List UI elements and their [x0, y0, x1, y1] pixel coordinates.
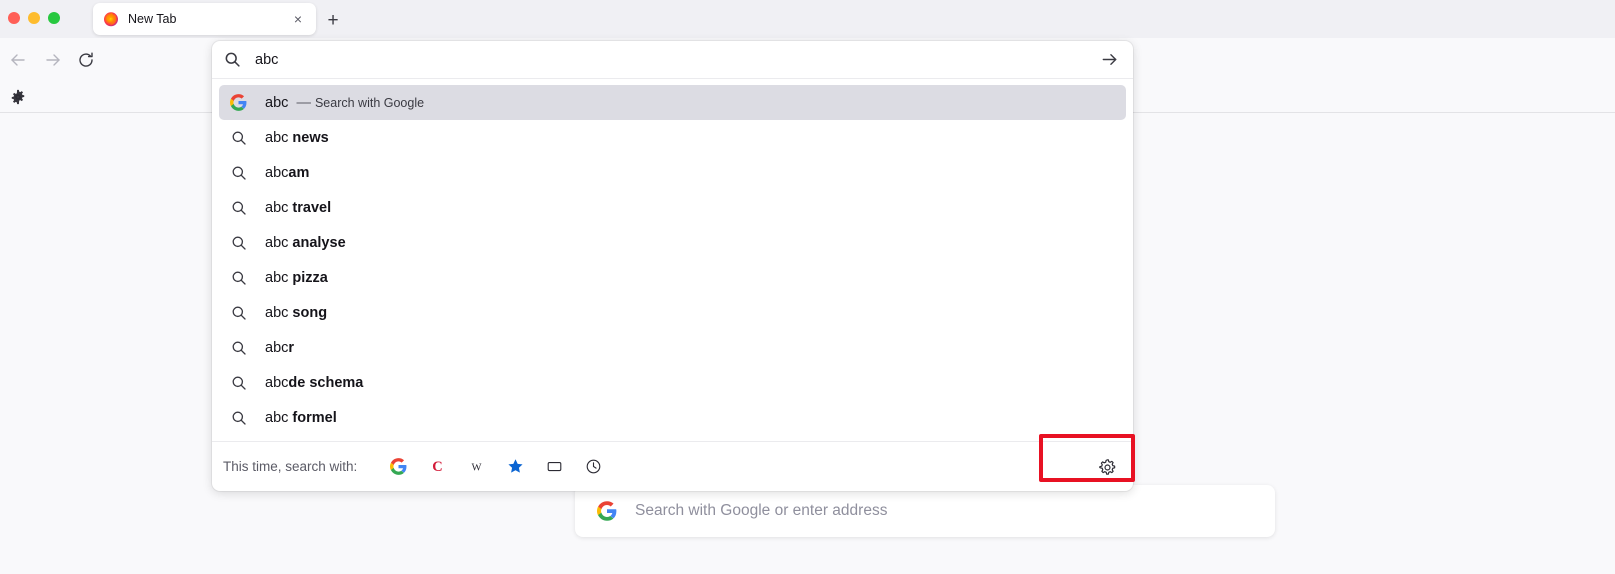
one-off-engine-buttons: C W: [379, 452, 613, 482]
firefox-logo-icon: [103, 11, 119, 27]
urlbar-result-label: abcr: [265, 339, 295, 356]
search-icon: [230, 374, 247, 391]
urlbar-result-label: abc formel: [265, 409, 337, 426]
minimize-window-button[interactable]: [28, 12, 40, 24]
urlbar-result-row[interactable]: abc pizza: [219, 260, 1126, 295]
history-icon[interactable]: [574, 452, 613, 482]
browser-tab[interactable]: New Tab ×: [93, 3, 316, 35]
urlbar-panel: abc abc — Search with Google abc news ab…: [212, 41, 1133, 491]
urlbar-result-row[interactable]: abc — Search with Google: [219, 85, 1126, 120]
google-icon: [597, 501, 617, 521]
urlbar-result-row[interactable]: abcde schema: [219, 365, 1126, 400]
search-icon: [230, 129, 247, 146]
urlbar-result-label: abc — Search with Google: [265, 94, 425, 111]
search-icon: [230, 234, 247, 251]
tab-title: New Tab: [128, 12, 177, 26]
bookmarks-icon[interactable]: [496, 452, 535, 482]
urlbar-result-label: abc analyse: [265, 234, 346, 251]
search-icon: [230, 304, 247, 321]
one-off-search-row: This time, search with: C W: [212, 441, 1133, 491]
gear-icon[interactable]: [6, 85, 30, 109]
urlbar-input-row[interactable]: abc: [212, 41, 1133, 79]
newtab-search-box[interactable]: Search with Google or enter address: [575, 485, 1275, 537]
urlbar-result-row[interactable]: abc formel: [219, 400, 1126, 435]
svg-text:W: W: [472, 462, 482, 473]
search-icon: [230, 199, 247, 216]
urlbar-result-label: abcde schema: [265, 374, 364, 391]
urlbar-results-list: abc — Search with Google abc news abcam …: [212, 79, 1133, 435]
search-settings-gear-icon[interactable]: [1090, 450, 1124, 484]
close-tab-button[interactable]: ×: [288, 9, 308, 29]
urlbar-result-label: abc pizza: [265, 269, 328, 286]
urlbar-result-label: abc travel: [265, 199, 332, 216]
new-tab-button[interactable]: +: [321, 8, 345, 32]
urlbar-result-row[interactable]: abc song: [219, 295, 1126, 330]
reload-icon[interactable]: [74, 48, 98, 72]
search-icon: [230, 409, 247, 426]
svg-text:C: C: [433, 459, 443, 475]
urlbar-result-label: abcam: [265, 164, 310, 181]
back-arrow-icon[interactable]: [6, 48, 30, 72]
close-window-button[interactable]: [8, 12, 20, 24]
urlbar-result-row[interactable]: abcr: [219, 330, 1126, 365]
chefkoch-engine-icon[interactable]: C: [418, 452, 457, 482]
urlbar-result-row[interactable]: abc analyse: [219, 225, 1126, 260]
maximize-window-button[interactable]: [48, 12, 60, 24]
search-icon: [230, 164, 247, 181]
urlbar-result-label: abc news: [265, 129, 329, 146]
window-controls: [8, 12, 60, 24]
newtab-search-placeholder: Search with Google or enter address: [635, 502, 888, 519]
urlbar-result-label: abc song: [265, 304, 328, 321]
browser-window: New Tab × + Search with Google or enter …: [0, 0, 1615, 574]
wikipedia-engine-icon[interactable]: W: [457, 452, 496, 482]
search-icon: [230, 339, 247, 356]
urlbar-result-row[interactable]: abc travel: [219, 190, 1126, 225]
tab-strip: New Tab × +: [0, 0, 1615, 38]
search-icon: [230, 269, 247, 286]
arrow-right-icon[interactable]: [1095, 46, 1123, 74]
urlbar-result-row[interactable]: abcam: [219, 155, 1126, 190]
google-icon: [230, 94, 247, 111]
forward-arrow-icon[interactable]: [41, 48, 65, 72]
tabs-icon[interactable]: [535, 452, 574, 482]
one-off-label: This time, search with:: [223, 459, 358, 474]
search-icon: [224, 51, 241, 68]
urlbar-value: abc: [255, 51, 279, 68]
urlbar-result-row[interactable]: abc news: [219, 120, 1126, 155]
google-engine-icon[interactable]: [379, 452, 418, 482]
